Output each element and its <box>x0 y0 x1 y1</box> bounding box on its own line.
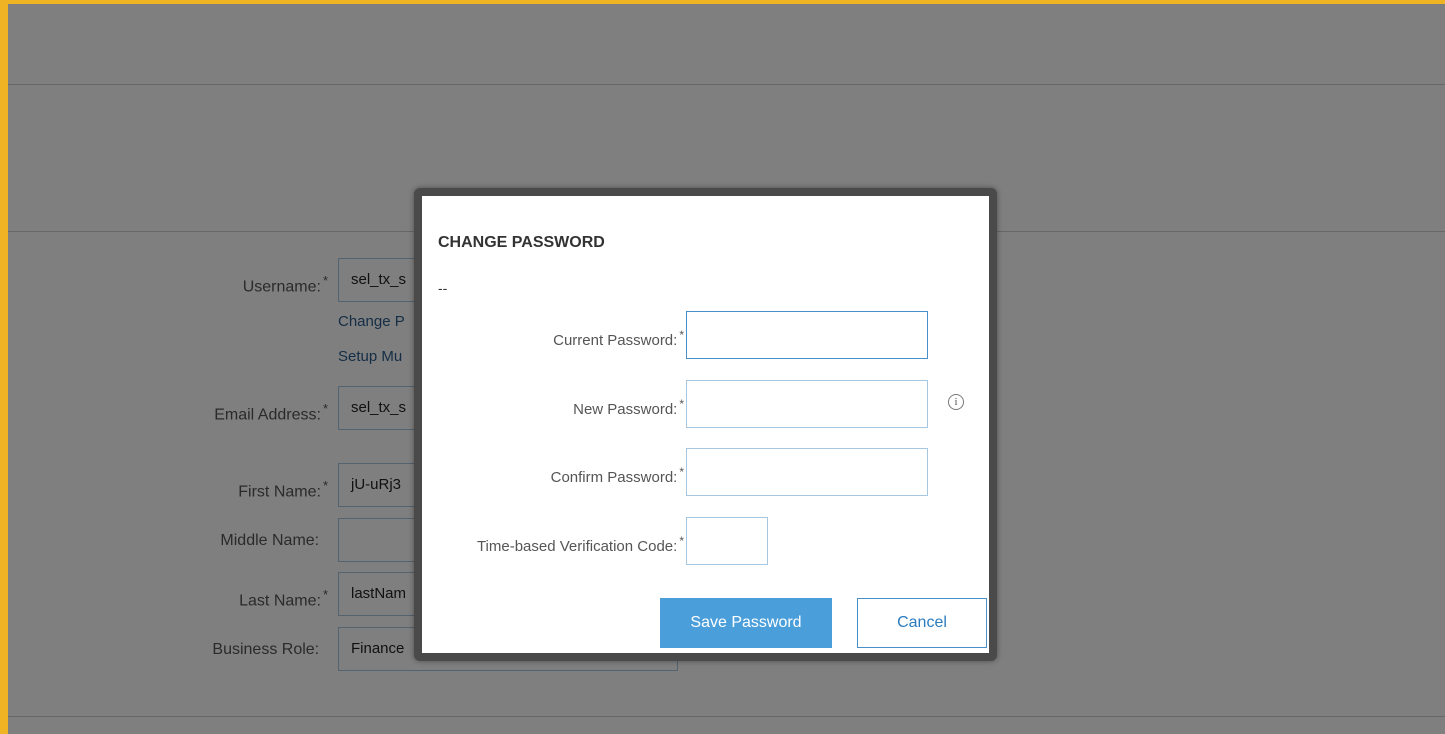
info-icon[interactable]: i <box>948 394 964 410</box>
change-password-dialog: CHANGE PASSWORD -- Current Password: * Ne… <box>414 188 997 661</box>
verification-code-input[interactable] <box>686 517 768 565</box>
verification-code-label: Time-based Verification Code: * <box>476 534 684 555</box>
confirm-password-label: Confirm Password: * <box>550 465 684 486</box>
new-password-input[interactable] <box>686 380 928 428</box>
current-password-label: Current Password: * <box>553 328 684 349</box>
save-password-button[interactable]: Save Password <box>660 598 832 648</box>
new-password-label: New Password: * <box>573 397 684 418</box>
current-password-input[interactable] <box>686 311 928 359</box>
dialog-title: CHANGE PASSWORD <box>438 234 605 251</box>
dialog-subtitle: -- <box>438 280 448 296</box>
confirm-password-input[interactable] <box>686 448 928 496</box>
app-frame: Username:* sel_tx_s Change P Setup Mu Em… <box>0 0 1445 734</box>
cancel-button[interactable]: Cancel <box>857 598 987 648</box>
